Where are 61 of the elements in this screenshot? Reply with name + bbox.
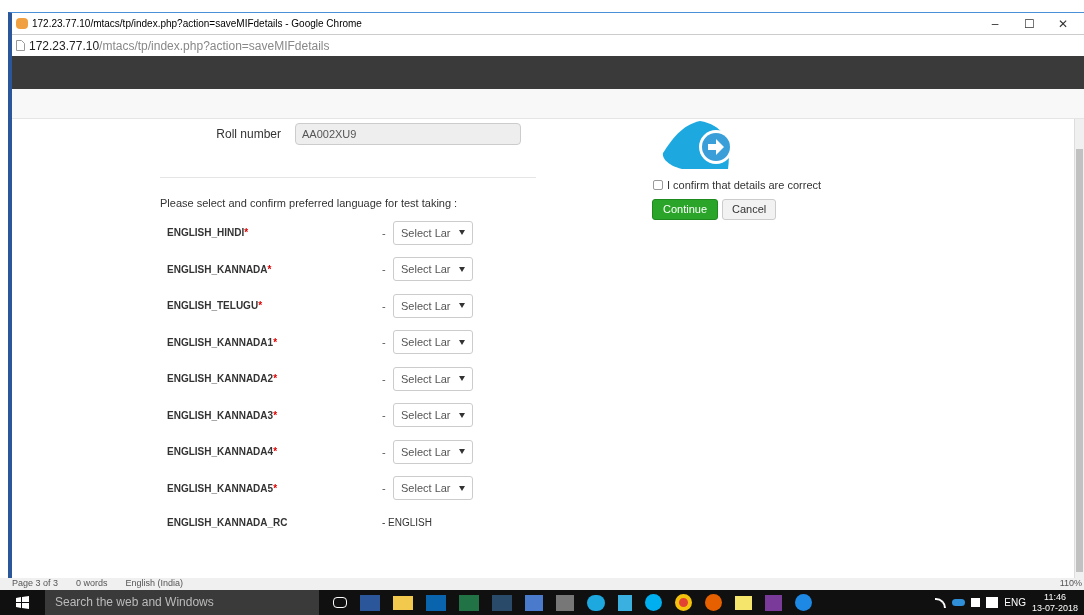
clock-time[interactable]: 11:46: [1044, 591, 1066, 603]
input-language[interactable]: ENG: [1004, 595, 1026, 610]
chrome-browser-icon[interactable]: [675, 594, 692, 611]
caret-icon: [459, 339, 465, 345]
language-label: ENGLISH_KANNADA*: [167, 262, 273, 277]
scrollbar-thumb[interactable]: [1076, 149, 1083, 572]
language-dropdown[interactable]: Select Lar: [393, 366, 473, 391]
confirm-label: I confirm that details are correct: [667, 178, 822, 193]
task-view-icon[interactable]: [333, 597, 347, 608]
dash-separator: -: [382, 371, 387, 387]
caret-icon: [459, 303, 465, 309]
word-status-text: 0 words: [76, 578, 108, 590]
language-dropdown[interactable]: Select Lar: [393, 293, 473, 318]
caret-icon: [459, 266, 465, 272]
site-logo-icon: [16, 18, 28, 29]
word-status-text: Page 3 of 3: [12, 578, 59, 590]
dash-separator: -: [382, 225, 387, 241]
language-label: ENGLISH_HINDI*: [167, 226, 250, 241]
caret-icon: [459, 376, 465, 382]
wifi-icon[interactable]: [935, 597, 947, 608]
caret-icon: [459, 230, 465, 236]
page-icon: [16, 40, 25, 51]
language-dropdown[interactable]: Select Lar: [393, 476, 473, 501]
language-value: - ENGLISH: [382, 516, 432, 530]
cancel-button[interactable]: Cancel: [722, 198, 777, 220]
dash-separator: -: [382, 298, 387, 314]
dash-separator: -: [382, 481, 387, 496]
language-dropdown[interactable]: Select Lar: [393, 403, 473, 428]
minimize-button[interactable]: –: [978, 14, 1012, 33]
taskbar-search-field[interactable]: Search the web and Windows: [45, 590, 319, 615]
language-dropdown[interactable]: Select Lar: [393, 330, 473, 355]
dash-separator: -: [382, 408, 387, 423]
language-label: ENGLISH_KANNADA_RC: [167, 516, 289, 530]
language-dropdown[interactable]: Select Lar: [393, 220, 473, 245]
address-bar[interactable]: 172.23.77.10/mtacs/tp/index.php?action=saveMIFdetails: [29, 36, 330, 55]
windows-start-icon[interactable]: [16, 596, 29, 609]
language-label: ENGLISH_KANNADA2*: [167, 372, 279, 387]
caret-icon: [459, 485, 465, 491]
language-dropdown[interactable]: Select Lar: [393, 439, 473, 464]
zoom-level: 110%: [1059, 578, 1083, 590]
caret-icon: [459, 449, 465, 455]
language-label: ENGLISH_KANNADA4*: [167, 445, 279, 460]
language-prompt: Please select and confirm preferred language for test taking :: [160, 196, 459, 211]
cloud-icon[interactable]: [952, 599, 966, 606]
dash-separator: -: [382, 335, 387, 350]
dash-separator: -: [382, 444, 387, 460]
close-button[interactable]: ✕: [1046, 14, 1080, 33]
language-dropdown[interactable]: Select Lar: [393, 257, 473, 282]
clock-date[interactable]: 13-07-2018: [1031, 602, 1078, 614]
maximize-button[interactable]: ☐: [1012, 14, 1046, 33]
field-label: Roll number: [215, 126, 282, 143]
caret-icon: [459, 412, 465, 418]
word-status-text: English (India): [125, 578, 184, 590]
confirm-checkbox[interactable]: [653, 180, 663, 191]
dash-separator: -: [382, 262, 387, 277]
roll-number-field: AA002XU9: [295, 123, 521, 145]
language-label: ENGLISH_KANNADA5*: [167, 481, 279, 496]
language-label: ENGLISH_TELUGU*: [167, 299, 264, 314]
language-label: ENGLISH_KANNADA3*: [167, 408, 279, 423]
window-title: 172.23.77.10/mtacs/tp/index.php?action=saveMIFdetails - Google Chrome: [32, 17, 362, 31]
language-label: ENGLISH_KANNADA1*: [167, 335, 279, 350]
